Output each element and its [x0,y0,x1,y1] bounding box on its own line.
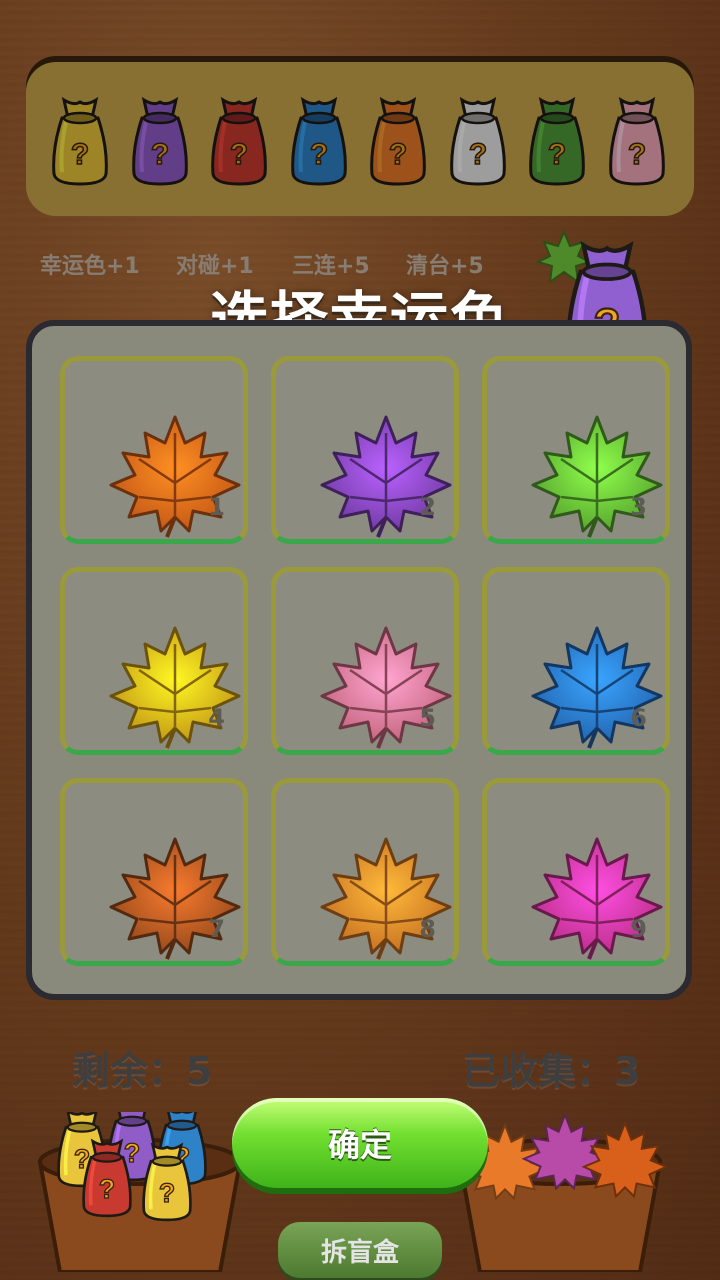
collected-stat: 已收集：3 [462,1040,640,1095]
leaf-number: 5 [419,704,436,732]
leaf-option-5[interactable]: 5 [271,567,459,755]
remaining-label: 剩余： [72,1049,187,1093]
leaf-number: 6 [630,704,647,732]
collected-value: 3 [614,1049,641,1093]
open-blind-box-button[interactable]: 拆盲盒 [278,1222,442,1278]
confirm-button[interactable]: 确定 [232,1098,488,1188]
leaf-option-8[interactable]: 8 [271,778,459,966]
leaf-number: 9 [630,915,647,943]
leaf-option-2[interactable]: 2 [271,356,459,544]
leaf-option-3[interactable]: 3 [482,356,670,544]
svg-text:?: ? [159,1178,175,1208]
leaf-number: 1 [208,493,225,521]
leaf-number: 7 [208,915,225,943]
remaining-stat: 剩余：5 [72,1040,212,1095]
leaf-grid-panel: 1 2 3 4 5 6 7 8 9 [26,320,692,1000]
leaf-number: 3 [630,493,647,521]
remaining-value: 5 [186,1049,213,1093]
leaf-number: 4 [208,704,225,732]
leaf-number: 8 [419,915,436,943]
leaf-option-9[interactable]: 9 [482,778,670,966]
collected-label: 已收集： [462,1049,615,1093]
leaf-option-7[interactable]: 7 [60,778,248,966]
leaf-option-1[interactable]: 1 [60,356,248,544]
leaf-option-4[interactable]: 4 [60,567,248,755]
svg-text:?: ? [99,1174,115,1204]
leaf-option-6[interactable]: 6 [482,567,670,755]
bag-pot: ? ? ? ? ? [37,1112,243,1272]
leaf-number: 2 [419,493,436,521]
